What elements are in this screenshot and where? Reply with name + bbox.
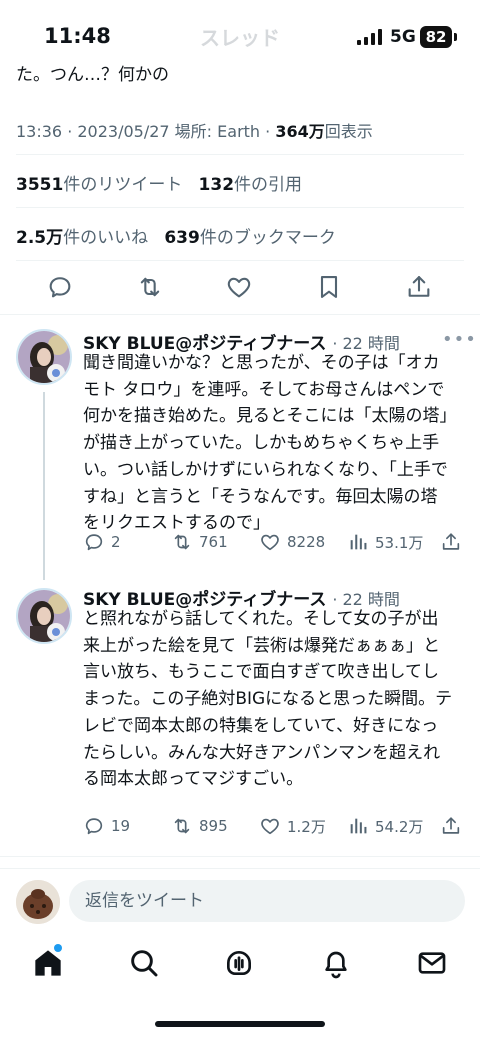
views-label: 回表示	[324, 122, 373, 141]
header-title-faded: スレッド	[200, 26, 280, 50]
bookmark-icon[interactable]	[315, 273, 343, 301]
share-button[interactable]	[440, 815, 462, 837]
likes-link[interactable]: 2.5万件のいいね	[16, 228, 148, 248]
like-icon	[261, 534, 279, 551]
like-button[interactable]: 1.2万	[259, 815, 326, 837]
divider	[16, 260, 464, 261]
retweet-icon	[174, 534, 190, 550]
divider	[0, 856, 480, 857]
views-count: 54.2万	[375, 817, 424, 836]
reply-text: 聞き間違いかな？と思ったが、その子は「オカモト タロウ」を連呼。そしてお母さんは…	[83, 353, 448, 534]
share-icon[interactable]	[405, 273, 433, 301]
quotes-label: 件の引用	[234, 175, 303, 195]
avatar[interactable]	[16, 329, 72, 385]
share-icon	[442, 533, 460, 550]
quotes-count: 132	[198, 175, 235, 195]
home-indicator[interactable]	[155, 1021, 325, 1027]
reply-count: 2	[111, 533, 121, 551]
reply-icon	[85, 818, 103, 835]
thread-line	[43, 392, 45, 580]
tweet-timestamp[interactable]: 13:36 · 2023/05/27 場所: Earth ·	[16, 122, 275, 141]
reply-input[interactable]: 返信をツイート	[69, 880, 465, 922]
like-button[interactable]: 8228	[259, 531, 325, 553]
network-type: 5G	[390, 27, 416, 47]
divider	[16, 207, 464, 208]
my-avatar-photo	[16, 880, 60, 924]
quotes-link[interactable]: 132件の引用	[199, 175, 303, 195]
reply-icon[interactable]	[46, 273, 74, 301]
retweets-label: 件のリツイート	[63, 175, 183, 195]
retweet-button[interactable]: 761	[171, 531, 228, 553]
tweet-meta: 13:36 · 2023/05/27 場所: Earth · 364万回表示	[16, 118, 373, 142]
views-icon	[350, 818, 367, 834]
views-count: 364万	[275, 122, 325, 141]
signal-icon	[357, 29, 382, 45]
reply-text: と照れながら話してくれた。そして女の子が出来上がった絵を見て「芸術は爆発だぁぁぁ…	[83, 609, 453, 790]
views-button[interactable]: 54.2万	[347, 815, 423, 837]
views-icon	[350, 534, 367, 550]
battery-indicator: 82	[420, 26, 452, 48]
home-icon[interactable]	[32, 947, 64, 979]
bookmarks-label: 件のブックマーク	[199, 228, 336, 248]
retweet-count: 761	[199, 533, 228, 551]
retweets-link[interactable]: 3551件のリツイート	[16, 175, 182, 195]
share-icon	[442, 817, 460, 834]
retweet-icon[interactable]	[136, 273, 164, 301]
retweet-count: 895	[199, 817, 228, 835]
status-time: 11:48	[44, 24, 111, 48]
divider	[16, 154, 464, 155]
avatar[interactable]	[16, 588, 72, 644]
like-stats: 2.5万件のいいね 639件のブックマーク	[16, 223, 336, 248]
reply-count: 19	[111, 817, 131, 835]
bookmarks-count: 639	[164, 228, 200, 248]
retweet-button[interactable]: 895	[171, 815, 228, 837]
share-button[interactable]	[440, 531, 462, 553]
retweet-icon	[174, 818, 190, 834]
tweet-text-tail: た。つん…？何かの	[16, 65, 169, 85]
reply-button[interactable]: 2	[83, 531, 121, 553]
battery-tip	[454, 33, 457, 41]
like-count: 1.2万	[287, 817, 326, 836]
search-icon[interactable]	[128, 947, 160, 979]
messages-icon[interactable]	[416, 947, 448, 979]
divider	[0, 314, 480, 315]
avatar-photo	[18, 331, 70, 383]
likes-label: 件のいいね	[63, 228, 149, 248]
bookmarks-link[interactable]: 639件のブックマーク	[164, 228, 336, 248]
reply-actions: 19 895 1.2万 54.2万	[83, 815, 464, 841]
reply-button[interactable]: 19	[83, 815, 130, 837]
likes-count: 2.5万	[16, 228, 64, 248]
like-icon	[261, 818, 279, 835]
views-button[interactable]: 53.1万	[347, 531, 423, 553]
spaces-icon[interactable]	[223, 947, 255, 979]
like-count: 8228	[287, 533, 326, 551]
reply-icon	[85, 534, 103, 551]
notifications-icon[interactable]	[320, 947, 352, 979]
like-icon[interactable]	[225, 273, 253, 301]
retweets-count: 3551	[16, 175, 64, 195]
my-avatar[interactable]	[16, 880, 60, 924]
more-options-icon[interactable]: •••	[442, 329, 477, 350]
views-count: 53.1万	[375, 533, 424, 552]
retweet-stats: 3551件のリツイート 132件の引用	[16, 170, 302, 195]
reply-actions: 2 761 8228 53.1万	[83, 531, 464, 557]
avatar-photo	[18, 590, 70, 642]
